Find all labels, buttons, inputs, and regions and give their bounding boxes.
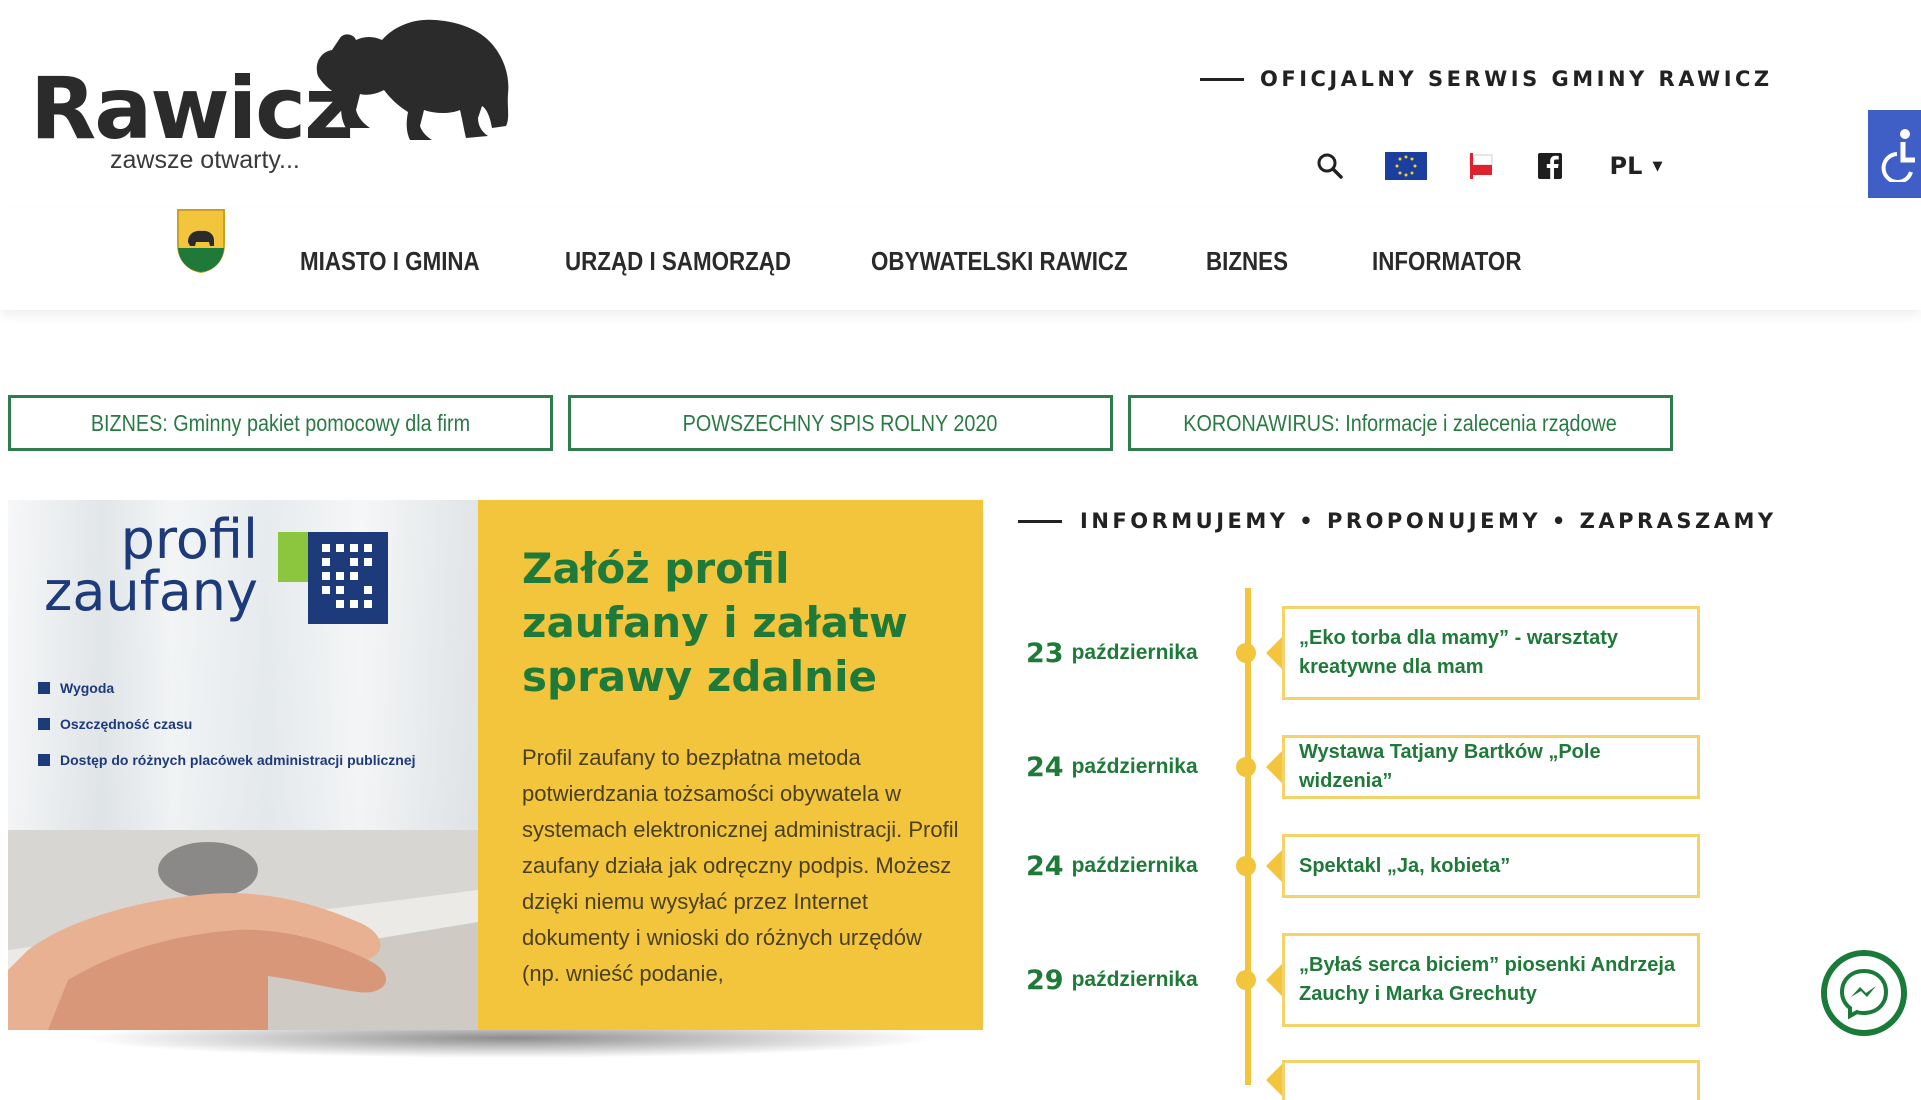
- accessibility-button[interactable]: [1868, 110, 1921, 198]
- profil-zaufany-bullets: Wygoda Oszczędność czasu Dostęp do różny…: [38, 670, 416, 778]
- profil-zaufany-image-title: profil zaufany: [44, 508, 258, 623]
- official-label-text: OFICJALNY SERWIS GMINY RAWICZ: [1260, 67, 1773, 91]
- timeline-dot: [1236, 856, 1256, 876]
- event-item-partial[interactable]: [1020, 1060, 1700, 1100]
- quick-link-biznes[interactable]: BIZNES: Gminny pakiet pomocowy dla firm: [8, 395, 553, 451]
- bullet-item: Oszczędność czasu: [38, 706, 416, 742]
- events-heading: INFORMUJEMY • PROPONUJEMY • ZAPRASZAMY: [1018, 506, 1777, 536]
- hero-title[interactable]: Załóż profil zaufany i załatw sprawy zda…: [522, 542, 952, 704]
- event-title[interactable]: Spektakl „Ja, kobieta”: [1282, 834, 1700, 898]
- event-date: 24 października: [1026, 834, 1198, 898]
- bullet-label: Wygoda: [60, 680, 115, 696]
- quick-links: BIZNES: Gminny pakiet pomocowy dla firm …: [8, 395, 1673, 451]
- label-dash: [1018, 519, 1062, 523]
- bullet-item: Wygoda: [38, 670, 416, 706]
- event-month: października: [1071, 641, 1198, 664]
- language-selector[interactable]: PL ▼: [1606, 146, 1666, 186]
- bullet-label: Oszczędność czasu: [60, 716, 193, 732]
- event-day: 23: [1026, 637, 1064, 669]
- event-title[interactable]: „Eko torba dla mamy” - warsztaty kreatyw…: [1282, 606, 1700, 700]
- hero-text-panel: Załóż profil zaufany i załatw sprawy zda…: [478, 500, 983, 1030]
- nav-item-urzad-i-samorzad[interactable]: URZĄD I SAMORZĄD: [565, 246, 828, 277]
- events-heading-text: INFORMUJEMY • PROPONUJEMY • ZAPRASZAMY: [1080, 509, 1777, 533]
- event-day: 24: [1026, 850, 1064, 882]
- bullet-item: Dostęp do różnych placówek administracji…: [38, 742, 416, 778]
- logo-text: Rawicz: [30, 59, 354, 159]
- label-dash: [1200, 77, 1244, 81]
- event-title[interactable]: „Byłaś serca biciem” piosenki Andrzeja Z…: [1282, 933, 1700, 1027]
- messenger-icon: [1839, 968, 1889, 1019]
- poland-flag-icon[interactable]: [1466, 146, 1496, 186]
- quick-link-label: POWSZECHNY SPIS ROLNY 2020: [683, 409, 998, 436]
- language-label: PL: [1609, 152, 1643, 180]
- event-item[interactable]: 29 października „Byłaś serca biciem” pio…: [1020, 933, 1700, 1027]
- official-label: OFICJALNY SERWIS GMINY RAWICZ: [1200, 64, 1773, 94]
- event-pointer: [1266, 964, 1282, 996]
- event-box-partial[interactable]: [1282, 1060, 1700, 1100]
- event-date: 23 października: [1026, 606, 1198, 700]
- nav-item-miasto-i-gmina[interactable]: MIASTO I GMINA: [300, 246, 528, 277]
- hands-on-laptop-illustration: [8, 830, 478, 1030]
- bear-logo-icon: [316, 19, 509, 140]
- event-date: 24 października: [1026, 735, 1198, 799]
- messenger-chat-button[interactable]: [1821, 950, 1907, 1036]
- bullet-square-icon: [38, 718, 50, 730]
- quick-link-spis-rolny[interactable]: POWSZECHNY SPIS ROLNY 2020: [568, 395, 1113, 451]
- eu-flag-icon[interactable]: [1384, 146, 1428, 186]
- event-pointer: [1266, 1064, 1282, 1096]
- event-pointer: [1266, 751, 1282, 783]
- quick-link-koronawirus[interactable]: KORONAWIRUS: Informacje i zalecenia rząd…: [1128, 395, 1673, 451]
- search-icon[interactable]: [1310, 146, 1350, 186]
- facebook-icon[interactable]: [1535, 146, 1565, 186]
- nav-item-obywatelski-rawicz[interactable]: OBYWATELSKI RAWICZ: [871, 246, 1159, 277]
- event-pointer: [1266, 637, 1282, 669]
- hero-description: Profil zaufany to bezpłatna metoda potwi…: [522, 745, 959, 986]
- event-date: 29 października: [1026, 933, 1198, 1027]
- nav-items: MIASTO I GMINA URZĄD I SAMORZĄD OBYWATEL…: [300, 246, 1572, 277]
- event-title[interactable]: Wystawa Tatjany Bartków „Pole widzenia”: [1282, 735, 1700, 799]
- quick-link-label: BIZNES: Gminny pakiet pomocowy dla firm: [90, 409, 471, 436]
- accessibility-icon: [1881, 129, 1915, 182]
- event-month: października: [1071, 968, 1198, 991]
- event-pointer: [1266, 850, 1282, 882]
- hero-banner[interactable]: profil zaufany Wygoda Oszczędność czasu …: [8, 500, 983, 1030]
- site-logo[interactable]: Rawicz zawsze otwarty...: [30, 14, 509, 184]
- timeline-dot: [1236, 970, 1256, 990]
- hero-image: profil zaufany Wygoda Oszczędność czasu …: [8, 500, 478, 1030]
- logo-tagline: zawsze otwarty...: [110, 146, 300, 174]
- event-day: 29: [1026, 964, 1064, 996]
- coat-of-arms-icon[interactable]: [176, 204, 226, 274]
- main-nav: MIASTO I GMINA URZĄD I SAMORZĄD OBYWATEL…: [0, 208, 1921, 310]
- event-item[interactable]: 24 października Wystawa Tatjany Bartków …: [1020, 735, 1700, 799]
- caret-down-icon: ▼: [1652, 158, 1663, 174]
- bullet-square-icon: [38, 682, 50, 694]
- site-header: Rawicz zawsze otwarty... OFICJALNY SERWI…: [0, 0, 1921, 210]
- quick-link-label: KORONAWIRUS: Informacje i zalecenia rząd…: [1183, 409, 1618, 436]
- event-month: października: [1071, 755, 1198, 778]
- profil-zaufany-logo-icon: [278, 532, 388, 624]
- nav-item-biznes[interactable]: BIZNES: [1206, 246, 1349, 277]
- bullet-label: Dostęp do różnych placówek administracji…: [60, 752, 416, 768]
- event-day: 24: [1026, 751, 1064, 783]
- event-item[interactable]: 24 października Spektakl „Ja, kobieta”: [1020, 834, 1700, 898]
- event-month: października: [1071, 854, 1198, 877]
- timeline-dot: [1236, 643, 1256, 663]
- bullet-square-icon: [38, 754, 50, 766]
- timeline-dot: [1236, 757, 1256, 777]
- event-item[interactable]: 23 października „Eko torba dla mamy” - w…: [1020, 606, 1700, 700]
- nav-item-informator[interactable]: INFORMATOR: [1372, 246, 1544, 277]
